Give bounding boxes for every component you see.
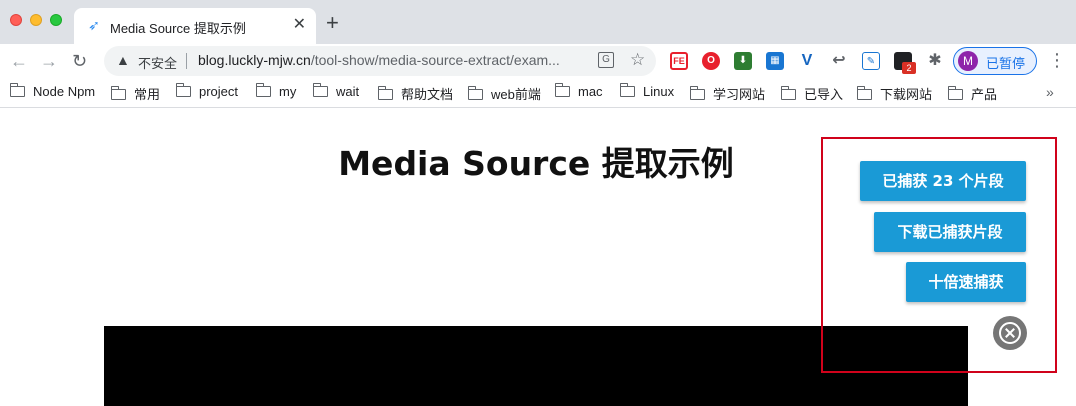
bookmark-label: project	[199, 84, 239, 99]
close-circle-icon	[999, 322, 1021, 344]
new-tab-button[interactable]: +	[326, 12, 339, 34]
folder-icon	[110, 86, 126, 100]
warning-icon[interactable]: ▲	[116, 52, 130, 68]
download-segments-button[interactable]: 下载已捕获片段	[874, 212, 1026, 252]
bookmark-folder[interactable]: web前端	[467, 84, 541, 102]
browser-toolbar: ← → ↻ ▲ 不安全 blog.luckly-mjw.cn/tool-show…	[0, 44, 1076, 78]
bookmark-label: Node Npm	[33, 84, 96, 99]
folder-icon	[255, 83, 271, 97]
bookmark-label: 帮助文档	[401, 87, 454, 102]
v-extension-icon[interactable]: V	[798, 52, 816, 70]
more-menu-icon[interactable]: ⋮	[1048, 50, 1066, 70]
extension-badge-count: 2	[902, 62, 916, 74]
qr-code-extension-icon[interactable]: ▦	[766, 52, 784, 70]
bookmark-folder[interactable]: wait	[312, 83, 360, 102]
reload-button[interactable]: ↻	[72, 50, 87, 72]
bookmark-label: 产品	[971, 87, 998, 102]
back-button[interactable]: ←	[10, 50, 28, 72]
bookmark-folder[interactable]: 产品	[947, 84, 998, 102]
bookmark-folder[interactable]: Node Npm	[9, 83, 96, 102]
bookmark-folder[interactable]: my	[255, 83, 297, 102]
download-extension-icon[interactable]: ⬇	[734, 52, 752, 70]
bookmark-label: 下载网站	[880, 87, 933, 102]
reply-extension-icon[interactable]: ↩	[830, 52, 848, 70]
close-panel-button[interactable]	[993, 316, 1027, 350]
bookmark-label: 已导入	[804, 87, 844, 102]
omnibox-divider	[186, 53, 187, 69]
tab-title: Media Source 提取示例	[110, 21, 246, 36]
fe-extension-icon[interactable]: FE	[670, 52, 688, 70]
bookmark-folder[interactable]: 学习网站	[689, 84, 766, 102]
window-maximize-button[interactable]	[50, 14, 62, 26]
bookmark-folder[interactable]: 常用	[110, 84, 161, 102]
tab-strip: ➶ Media Source 提取示例 ✕ +	[0, 0, 1076, 44]
document-extension-icon[interactable]: ✎	[862, 52, 880, 70]
bookmark-star-icon[interactable]: ☆	[630, 50, 645, 70]
puzzle-extensions-icon[interactable]: ✱	[926, 52, 944, 70]
bookmark-label: my	[279, 84, 297, 99]
bookmark-label: 常用	[134, 87, 161, 102]
bookmark-folder[interactable]: 帮助文档	[377, 84, 454, 102]
folder-icon	[947, 86, 963, 100]
bookmark-label: mac	[578, 84, 603, 99]
folder-icon	[175, 83, 191, 97]
bookmark-folder[interactable]: 下载网站	[856, 84, 933, 102]
url-host: blog.luckly-mjw.cn	[198, 52, 311, 68]
bookmark-label: wait	[336, 84, 360, 99]
bookmark-folder[interactable]: 已导入	[780, 84, 844, 102]
rocket-icon: ➶	[88, 17, 100, 33]
bookmark-label: 学习网站	[713, 87, 766, 102]
translate-icon[interactable]: G	[598, 52, 614, 68]
bookmark-folder[interactable]: Linux	[619, 83, 675, 102]
url-path: /tool-show/media-source-extract/exam...	[310, 52, 560, 68]
bookmarks-overflow-button[interactable]: »	[1046, 84, 1054, 100]
browser-tab-active[interactable]: ➶ Media Source 提取示例 ✕	[74, 8, 316, 44]
tab-close-icon[interactable]: ✕	[293, 16, 306, 34]
folder-icon	[554, 83, 570, 97]
avatar: M	[958, 51, 978, 71]
folder-icon	[619, 83, 635, 97]
bookmark-label: Linux	[643, 84, 675, 99]
profile-status-label: 已暂停	[986, 56, 1026, 71]
folder-icon	[377, 86, 393, 100]
folder-icon	[780, 86, 796, 100]
folder-icon	[9, 83, 25, 97]
folder-icon	[312, 83, 328, 97]
window-minimize-button[interactable]	[30, 14, 42, 26]
opera-extension-icon[interactable]: O	[702, 52, 720, 70]
ten-times-speed-button[interactable]: 十倍速捕获	[906, 262, 1026, 302]
captured-segments-button[interactable]: 已捕获 23 个片段	[860, 161, 1026, 201]
window-close-button[interactable]	[10, 14, 22, 26]
profile-button[interactable]: M 已暂停	[953, 47, 1037, 75]
url-text[interactable]: blog.luckly-mjw.cn/tool-show/media-sourc…	[198, 52, 560, 68]
bookmark-folder[interactable]: project	[175, 83, 239, 102]
page-content: Media Source 提取示例 已捕获 23 个片段 下载已捕获片段 十倍速…	[0, 109, 1076, 406]
address-bar[interactable]: ▲ 不安全 blog.luckly-mjw.cn/tool-show/media…	[104, 46, 656, 76]
security-label[interactable]: 不安全	[138, 53, 177, 72]
folder-icon	[467, 86, 483, 100]
forward-button[interactable]: →	[40, 50, 58, 72]
bookmark-label: web前端	[491, 87, 541, 102]
folder-icon	[689, 86, 705, 100]
folder-icon	[856, 86, 872, 100]
bookmarks-bar: Node Npm 常用 project my wait 帮助文档 web前端 m…	[0, 78, 1076, 108]
bookmark-folder[interactable]: mac	[554, 83, 603, 102]
